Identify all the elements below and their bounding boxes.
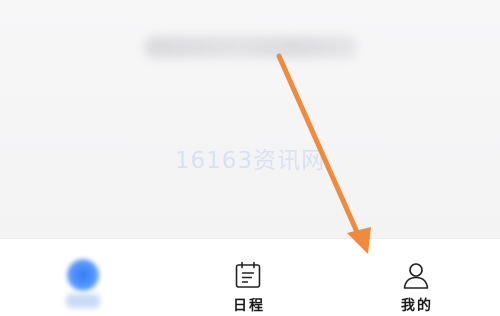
person-icon [403,263,429,289]
home-label-blurred [66,294,100,308]
tab-home[interactable] [0,239,166,316]
watermark: 16163资讯网 [174,148,326,174]
bottom-tab-bar: 日程 我的 [0,238,500,316]
calendar-icon [235,261,261,288]
tab-schedule-label: 日程 [233,298,265,314]
content-area: 16163资讯网 [0,0,500,238]
blurred-prompt-text [145,36,357,58]
tab-mine-label: 我的 [401,298,433,314]
tab-schedule[interactable]: 日程 [166,239,332,316]
home-icon [67,259,99,291]
tab-mine[interactable]: 我的 [332,239,498,316]
